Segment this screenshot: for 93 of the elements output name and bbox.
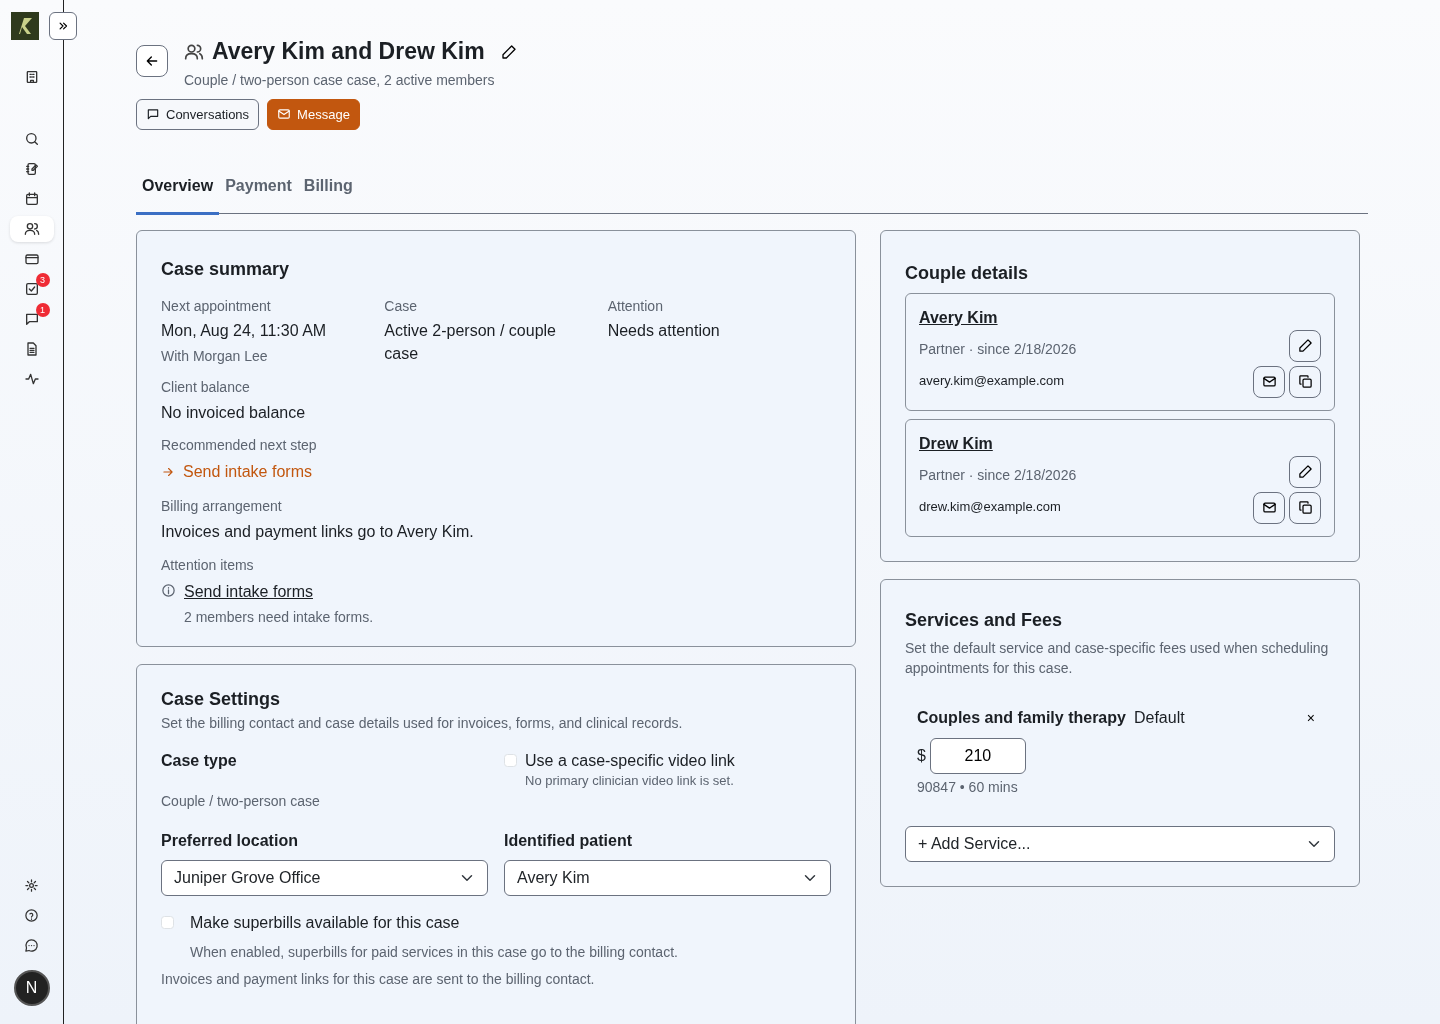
edit-button[interactable] (500, 43, 517, 60)
back-button[interactable] (136, 45, 168, 77)
page-title: Avery Kim and Drew Kim (212, 38, 485, 66)
patient-select[interactable]: Avery Kim (504, 860, 831, 897)
attention-link[interactable]: Send intake forms (184, 583, 313, 601)
card-title: Case Settings (161, 688, 282, 711)
member-role: Partner · since 2/18/2026 (919, 465, 1077, 485)
field-label: Case type (161, 750, 238, 771)
checkbox-note: No primary clinician video link is set. (525, 772, 735, 791)
currency-symbol: $ (917, 746, 926, 767)
settings-icon (24, 877, 39, 893)
add-service-select[interactable]: + Add Service... (905, 826, 1335, 863)
field-label: Client balance (161, 378, 251, 398)
envelope-icon (1261, 374, 1277, 390)
copy-button[interactable] (1289, 491, 1321, 524)
arrow-left-icon (144, 53, 160, 69)
checkbox[interactable] (161, 916, 174, 930)
attention-note: 2 members need intake forms. (184, 608, 374, 628)
edit-button[interactable] (1289, 455, 1321, 488)
field-label: Billing arrangement (161, 496, 283, 516)
envelope-icon (277, 107, 292, 122)
pencil-icon (500, 43, 517, 60)
sidebar-item[interactable] (9, 216, 54, 242)
pencil-icon (1297, 338, 1313, 354)
field-label: Case (384, 296, 418, 316)
card-title: Couple details (905, 263, 1030, 285)
notebook-pen-icon (23, 161, 40, 177)
checkbox[interactable] (504, 753, 517, 767)
card-title: Case summary (161, 259, 291, 281)
footer-note: Invoices and payment links for this case are sent to the billing contact. (161, 970, 596, 990)
field-label: Identified patient (504, 830, 633, 851)
tab[interactable]: Overview (136, 168, 220, 216)
member-name-link[interactable]: Drew Kim (919, 434, 993, 452)
email-button[interactable] (1253, 365, 1285, 398)
info-icon (161, 583, 176, 599)
field-value: Active 2-person / couple case (384, 321, 557, 364)
card-icon (23, 251, 40, 267)
copy-icon (1297, 374, 1313, 390)
service-name: Couples and family therapy (917, 708, 1126, 729)
copy-button[interactable] (1289, 365, 1321, 398)
page-subtitle: Couple / two-person case case, 2 active members (184, 70, 496, 90)
member-email: drew.kim@example.com (919, 498, 1062, 517)
billing-text: Invoices and payment links go to Avery Kim. (161, 522, 475, 543)
tab[interactable]: Payment (219, 168, 298, 216)
field-label: Recommended next step (161, 436, 318, 456)
field-label: Attention items (161, 556, 255, 576)
pencil-icon (1297, 464, 1313, 480)
next-step-link[interactable]: Send intake forms (161, 459, 312, 484)
help-icon (24, 907, 39, 923)
copy-icon (1297, 500, 1313, 516)
member-email: avery.kim@example.com (919, 372, 1066, 391)
member-role: Partner · since 2/18/2026 (919, 339, 1077, 359)
default-tag: Default (1133, 706, 1185, 731)
envelope-icon (1261, 500, 1277, 516)
service-meta: 90847 • 60 mins (917, 778, 1019, 798)
location-select[interactable]: Juniper Grove Office (161, 860, 488, 897)
field-label: Next appointment (161, 296, 272, 316)
users-icon (23, 221, 40, 237)
tab[interactable]: Billing (297, 168, 359, 216)
fee-input[interactable]: 210 (929, 738, 1026, 775)
remove-button[interactable]: × (1306, 707, 1315, 729)
field-value: No invoiced balance (161, 402, 307, 423)
card-description: Set the default service and case-specific fees used when scheduling appointments for this case. (905, 639, 1330, 678)
checkbox-note: When enabled, superbills for paid services in this case go to the billing contact. (190, 942, 678, 962)
field-label: Preferred location (161, 830, 299, 851)
chat-bubble-icon (24, 937, 39, 953)
checkbox-label: Make superbills available for this case (190, 913, 461, 934)
edit-button[interactable] (1289, 329, 1321, 362)
sidebar-item[interactable]: 1 (9, 306, 54, 332)
search-icon (23, 131, 40, 147)
card-description: Set the billing contact and case details used for invoices, forms, and clinical records. (161, 714, 684, 734)
field-value: Mon, Aug 24, 11:30 AM (161, 321, 328, 342)
conversations-button[interactable]: Conversations (136, 98, 260, 131)
calendar-icon (23, 191, 40, 207)
message-button[interactable]: Message (267, 98, 360, 131)
activity-icon (23, 371, 40, 387)
field-value: Needs attention (607, 321, 721, 342)
card-title: Services and Fees (905, 609, 1064, 632)
notification-badge: 3 (35, 273, 50, 287)
sidebar-item[interactable]: 3 (9, 276, 54, 302)
logo-icon (10, 12, 39, 40)
checkbox-label: Use a case-specific video link (525, 750, 735, 771)
chat-icon (23, 311, 40, 327)
checkbox-icon (23, 281, 40, 297)
notification-badge: 1 (35, 303, 50, 317)
field-value: Couple / two-person case (161, 792, 321, 812)
field-label: Attention (607, 296, 664, 316)
member-name-link[interactable]: Avery Kim (919, 308, 998, 326)
speech-bubble-icon (146, 107, 160, 122)
expand-button[interactable] (49, 12, 77, 40)
user-avatar[interactable]: N (13, 970, 50, 1006)
field-note: With Morgan Lee (161, 346, 269, 366)
email-button[interactable] (1253, 491, 1285, 524)
